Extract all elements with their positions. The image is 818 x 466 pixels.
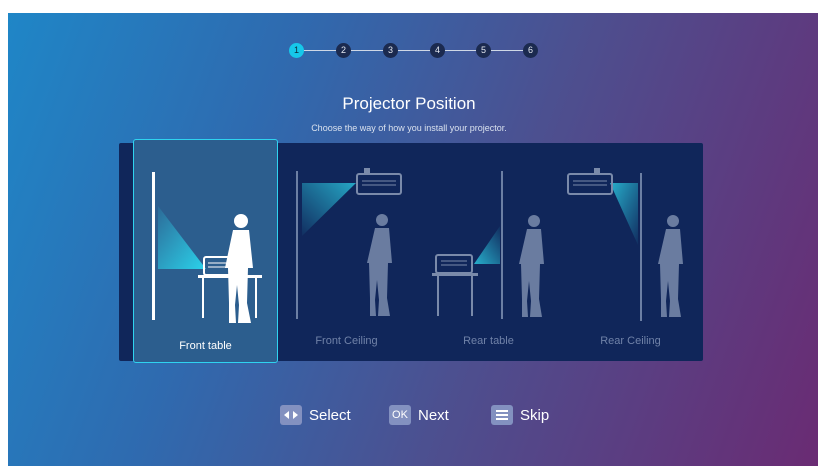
option-front-ceiling[interactable]: Front Ceiling [274, 143, 419, 361]
step-connector [290, 50, 532, 51]
step-5: 5 [476, 43, 491, 58]
option-rear-table[interactable]: Rear table [416, 143, 561, 361]
front-table-illustration [152, 172, 262, 323]
select-label: Select [309, 406, 351, 424]
option-label: Rear Ceiling [600, 335, 661, 347]
ok-key-icon: OK [389, 405, 411, 425]
rear-table-illustration [432, 171, 544, 319]
option-front-table[interactable]: Front table [133, 139, 278, 363]
next-label: Next [418, 406, 449, 424]
option-label: Rear table [463, 335, 514, 347]
menu-icon [491, 405, 513, 425]
skip-label: Skip [520, 406, 550, 424]
rear-ceiling-illustration [567, 168, 683, 321]
step-4: 4 [430, 43, 445, 58]
option-label: Front Ceiling [315, 335, 378, 347]
front-ceiling-illustration [296, 168, 402, 319]
step-2: 2 [336, 43, 351, 58]
skip-hint[interactable]: Skip [491, 404, 549, 426]
page-subtitle: Choose the way of how you install your p… [311, 123, 507, 133]
page-title: Projector Position [342, 94, 476, 113]
step-1: 1 [289, 43, 304, 58]
step-6: 6 [523, 43, 538, 58]
step-3: 3 [383, 43, 398, 58]
left-right-arrows-icon [280, 405, 302, 425]
option-label: Front table [179, 340, 232, 352]
select-hint: Select [280, 404, 351, 426]
option-rear-ceiling[interactable]: Rear Ceiling [558, 143, 703, 361]
next-hint[interactable]: OK Next [389, 404, 449, 426]
projector-position-options: Front Ceiling Rear table Rear Ceiling Fr… [119, 139, 703, 363]
step-indicator: 1 2 3 4 5 6 [280, 43, 542, 59]
